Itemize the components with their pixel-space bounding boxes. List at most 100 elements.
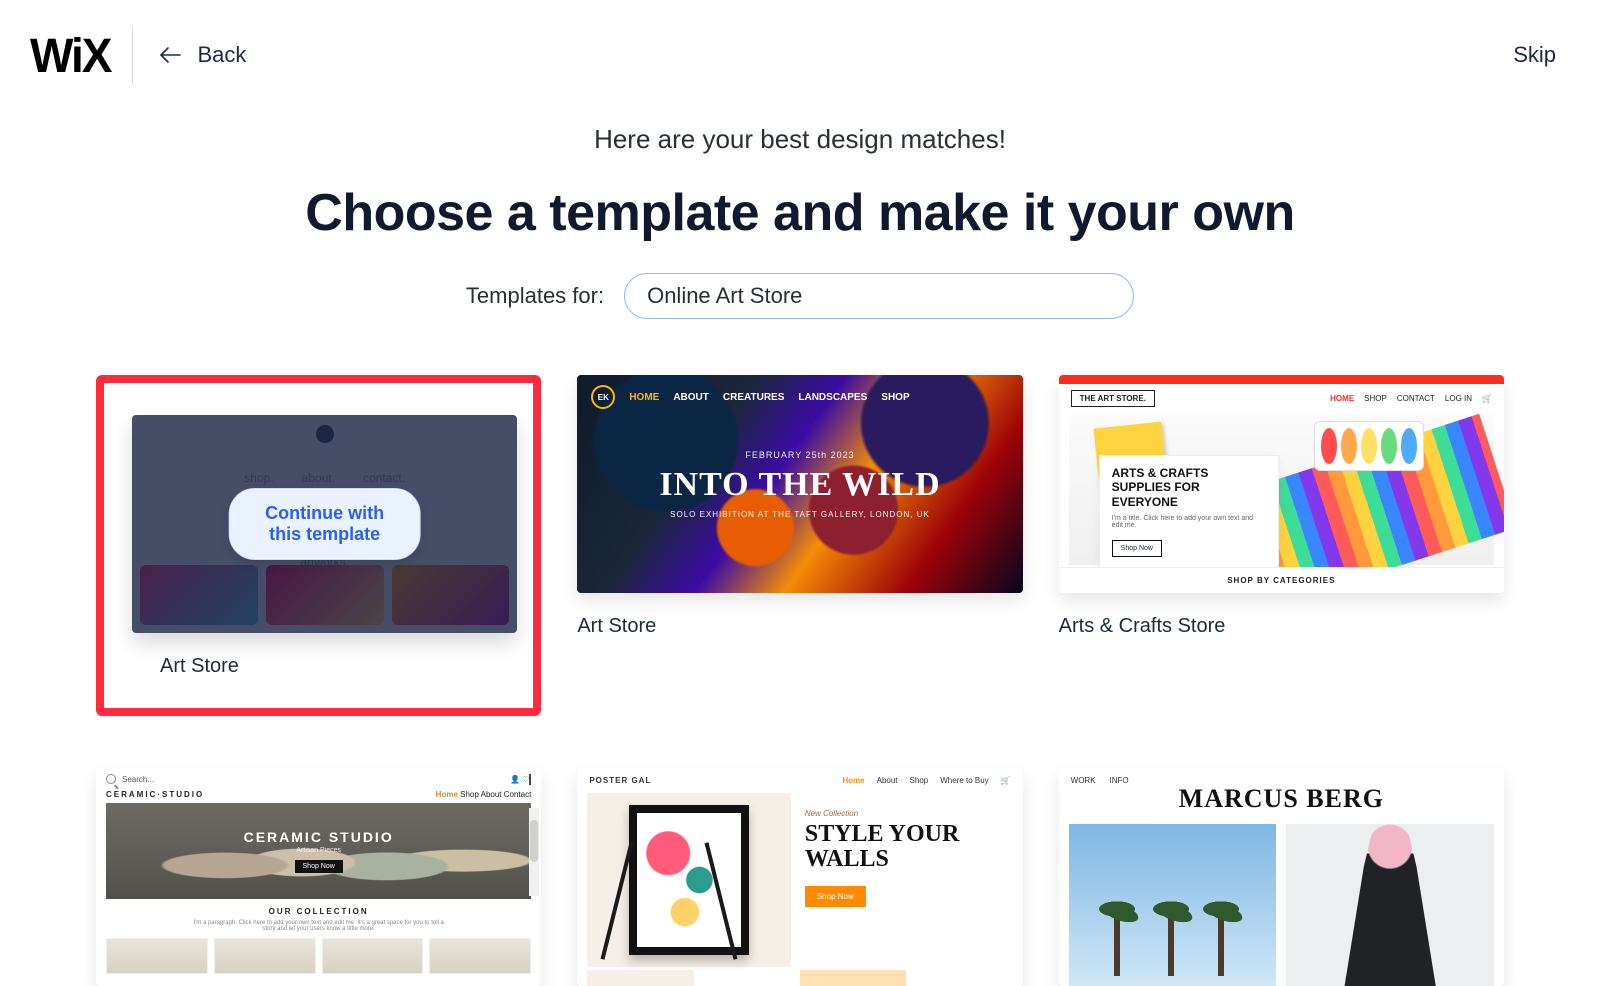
preview-hero-headline: INTO THE WILD: [659, 466, 940, 504]
preview-color-strips: [587, 970, 1012, 986]
preview-nav-links: Home Shop About Contact: [436, 790, 532, 799]
template-card[interactable]: THE ART STORE. HOME SHOP CONTACT LOG IN …: [1059, 375, 1504, 716]
preview-nav-item: Home: [436, 790, 458, 799]
preview-ceramic-studio: Search... 👤 ♡ CERAMIC·STUDIO Home Shop: [96, 768, 541, 986]
preview-nav: CERAMIC·STUDIO Home Shop About Contact: [96, 790, 541, 803]
easel-icon: [609, 831, 729, 961]
preview-hero-art: ARTS & CRAFTS SUPPLIES FOR EVERYONE I'm …: [1069, 415, 1494, 565]
preview-hero-title: ARTS & CRAFTS SUPPLIES FOR EVERYONE: [1112, 466, 1266, 509]
template-thumbnail: shop. about. contact. artworks. Continue…: [132, 415, 517, 633]
preview-section-copy: I'm a paragraph. Click here to add your …: [189, 920, 449, 932]
preview-hero-text: New Collection STYLE YOUR WALLS Shop Now: [791, 793, 1013, 967]
back-button[interactable]: Back: [159, 42, 246, 68]
preview-product-row: [106, 938, 531, 974]
preview-hero-sub: SOLO EXHIBITION AT THE TAFT GALLERY, LON…: [670, 510, 930, 519]
preview-search: Search...: [106, 774, 154, 784]
preview-hero-headline: STYLE YOUR WALLS: [805, 822, 999, 872]
preview-nav-item: LOG IN: [1445, 394, 1472, 403]
preview-into-the-wild: EK HOME ABOUT CREATURES LANDSCAPES SHOP …: [577, 375, 1022, 593]
preview-hero-button: Shop Now: [1112, 540, 1162, 557]
search-icon: [106, 774, 116, 784]
user-icon: 👤: [510, 775, 520, 784]
continue-with-template-button[interactable]: Continue with this template: [228, 488, 421, 560]
preview-nav-links: Home About Shop Where to Buy 🛒: [842, 776, 1010, 785]
template-card[interactable]: EK HOME ABOUT CREATURES LANDSCAPES SHOP …: [577, 375, 1022, 716]
preview-nav-item: Contact: [504, 790, 532, 799]
template-thumbnail: THE ART STORE. HOME SHOP CONTACT LOG IN …: [1059, 375, 1504, 593]
template-caption: Arts & Crafts Store: [1059, 615, 1504, 638]
preview-section-title: OUR COLLECTION: [106, 907, 531, 916]
preview-section: OUR COLLECTION I'm a paragraph. Click he…: [106, 907, 531, 932]
palm-tree-icon: [1114, 906, 1120, 976]
template-card[interactable]: Search... 👤 ♡ CERAMIC·STUDIO Home Shop: [96, 768, 541, 986]
page: WiX Back Skip Here are your best design …: [0, 0, 1600, 986]
preview-product-tile: [106, 938, 208, 974]
template-grid: shop. about. contact. artworks. Continue…: [96, 375, 1504, 986]
preview-hero-panel: ARTS & CRAFTS SUPPLIES FOR EVERYONE I'm …: [1099, 455, 1279, 568]
preview-nav-item: SHOP: [1364, 394, 1387, 403]
preview-poster-gal: POSTER GAL Home About Shop Where to Buy …: [577, 768, 1022, 986]
cart-icon: 🛒: [1001, 776, 1011, 785]
preview-hero-title: CERAMIC STUDIO: [244, 829, 394, 845]
preview-nav-item: About: [877, 776, 898, 785]
palm-tree-icon: [1218, 906, 1224, 976]
easel-leg-icon: [601, 842, 634, 959]
top-bar: WiX Back Skip: [0, 0, 1600, 110]
preview-hero: New Collection STYLE YOUR WALLS Shop Now: [587, 793, 1012, 967]
preview-utility-bar: Search... 👤 ♡: [96, 768, 541, 790]
category-input[interactable]: Online Art Store: [624, 273, 1134, 319]
preview-hero-button: Shop Now: [295, 860, 343, 873]
preview-arts-crafts: THE ART STORE. HOME SHOP CONTACT LOG IN …: [1059, 375, 1504, 593]
template-caption: Art Store: [160, 655, 517, 678]
preview-hero: FEBRUARY 25th 2023 INTO THE WILD SOLO EX…: [577, 375, 1022, 593]
preview-nav-item: Shop: [460, 790, 479, 799]
preview-announcement-bar: [1059, 375, 1504, 384]
preview-product-tile: [429, 938, 531, 974]
preview-nav: THE ART STORE. HOME SHOP CONTACT LOG IN …: [1059, 384, 1504, 413]
template-caption: Art Store: [577, 615, 1022, 638]
wix-logo: WiX: [30, 27, 110, 84]
preview-nav-item: Shop: [910, 776, 929, 785]
skip-link[interactable]: Skip: [1513, 42, 1556, 68]
paint-palette-icon: [1314, 421, 1424, 471]
preview-nav: POSTER GAL Home About Shop Where to Buy …: [577, 768, 1022, 793]
template-card[interactable]: shop. about. contact. artworks. Continue…: [96, 375, 541, 716]
template-thumbnail: Search... 👤 ♡ CERAMIC·STUDIO Home Shop: [96, 768, 541, 986]
preview-hero-image: [587, 793, 791, 967]
preview-product-tile: [214, 938, 316, 974]
preview-photo-tile: [1069, 824, 1277, 986]
templates-for-label: Templates for:: [466, 283, 604, 309]
templates-for-row: Templates for: Online Art Store: [0, 273, 1600, 319]
preview-hero-text: CERAMIC STUDIO Artisan Pieces Shop Now: [106, 803, 531, 899]
preview-brand: MARCUS BERG: [1059, 784, 1504, 814]
preview-nav-item: About: [481, 790, 502, 799]
preview-gallery: [1069, 824, 1494, 986]
preview-hero: ARTS & CRAFTS SUPPLIES FOR EVERYONE I'm …: [1069, 415, 1494, 565]
preview-hero-kicker: New Collection: [805, 809, 999, 818]
bag-icon: [529, 774, 531, 785]
preview-section-title: SHOP BY CATEGORIES: [1059, 567, 1504, 593]
preview-scrollbar: [529, 808, 539, 896]
preview-brand: THE ART STORE.: [1071, 390, 1155, 407]
intro-eyebrow: Here are your best design matches!: [0, 124, 1600, 155]
category-input-value: Online Art Store: [647, 283, 802, 309]
preview-brand: CERAMIC·STUDIO: [106, 790, 204, 799]
preview-product-tile: [322, 938, 424, 974]
intro: Here are your best design matches! Choos…: [0, 124, 1600, 319]
preview-utility-icons: 👤 ♡: [510, 775, 531, 784]
preview-hero-button: Shop Now: [805, 886, 866, 907]
preview-marcus-berg: WORK INFO MARCUS BERG: [1059, 768, 1504, 986]
preview-brand: POSTER GAL: [589, 776, 651, 785]
preview-hero-sub: Artisan Pieces: [296, 847, 341, 854]
scrollbar-thumb-icon: [530, 820, 538, 862]
template-thumbnail: POSTER GAL Home About Shop Where to Buy …: [577, 768, 1022, 986]
arrow-left-icon: [159, 46, 181, 64]
person-figure-icon: [1330, 824, 1450, 986]
template-thumbnail: EK HOME ABOUT CREATURES LANDSCAPES SHOP …: [577, 375, 1022, 593]
cart-icon: 🛒: [1482, 394, 1492, 403]
template-card[interactable]: WORK INFO MARCUS BERG: [1059, 768, 1504, 986]
preview-photo-tile: [1286, 824, 1494, 986]
palm-tree-icon: [1168, 906, 1174, 976]
template-card[interactable]: POSTER GAL Home About Shop Where to Buy …: [577, 768, 1022, 986]
preview-hero-date: FEBRUARY 25th 2023: [745, 450, 854, 460]
